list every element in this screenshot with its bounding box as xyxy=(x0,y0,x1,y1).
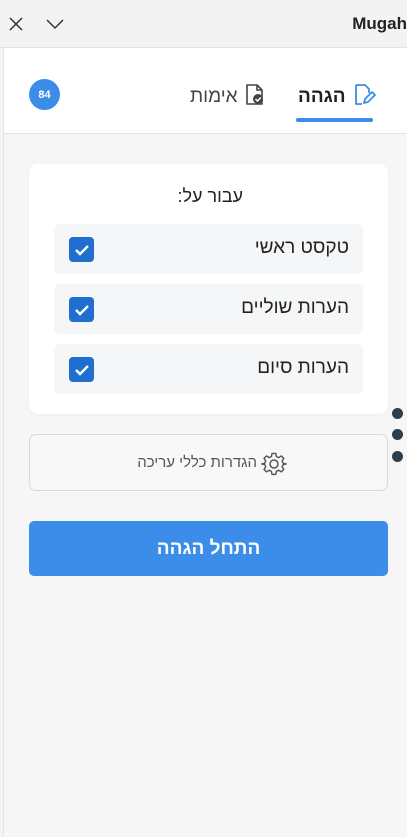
close-icon[interactable] xyxy=(6,13,26,35)
notification-badge[interactable]: 84 xyxy=(29,79,60,110)
option-main-text[interactable]: טקסט ראשי xyxy=(54,224,363,274)
endnotes-checkbox[interactable] xyxy=(69,357,94,382)
tab-verification[interactable]: אימות xyxy=(190,83,266,111)
option-label: טקסט ראשי xyxy=(254,237,349,258)
footnotes-checkbox[interactable] xyxy=(69,297,94,322)
chevron-down-icon[interactable] xyxy=(44,13,66,35)
more-vertical-icon[interactable] xyxy=(392,408,404,462)
option-endnotes[interactable]: הערות סיום xyxy=(54,344,363,394)
option-footnotes[interactable]: הערות שוליים xyxy=(54,284,363,334)
verified-document-icon xyxy=(244,83,266,112)
main-text-checkbox[interactable] xyxy=(69,237,94,262)
window-title: Mugah xyxy=(352,14,407,33)
edit-document-icon xyxy=(352,83,376,112)
editing-rules-settings-button[interactable]: הגדרות כללי עריכה xyxy=(29,434,388,491)
option-label: הערות סיום xyxy=(257,357,349,378)
tab-proofreading[interactable]: הגהה xyxy=(298,83,376,111)
scope-card: עבור על: טקסט ראשי הערות שוליים הערות סי… xyxy=(29,164,388,414)
title-bar: Mugah xyxy=(0,0,407,48)
active-tab-indicator xyxy=(296,118,373,122)
tab-proofreading-label: הגהה xyxy=(298,86,346,107)
start-proofreading-button[interactable]: התחל הגהה xyxy=(29,521,388,576)
settings-label: הגדרות כללי עריכה xyxy=(137,454,257,471)
option-label: הערות שוליים xyxy=(241,297,349,318)
addin-panel: 84 אימות הגהה עבור על: טקסט ראשי הערות ש… xyxy=(3,48,407,837)
scope-title: עבור על: xyxy=(177,186,243,206)
tab-verification-label: אימות xyxy=(190,86,238,107)
gear-icon xyxy=(260,451,287,477)
tab-bar: 84 אימות הגהה xyxy=(4,48,407,134)
